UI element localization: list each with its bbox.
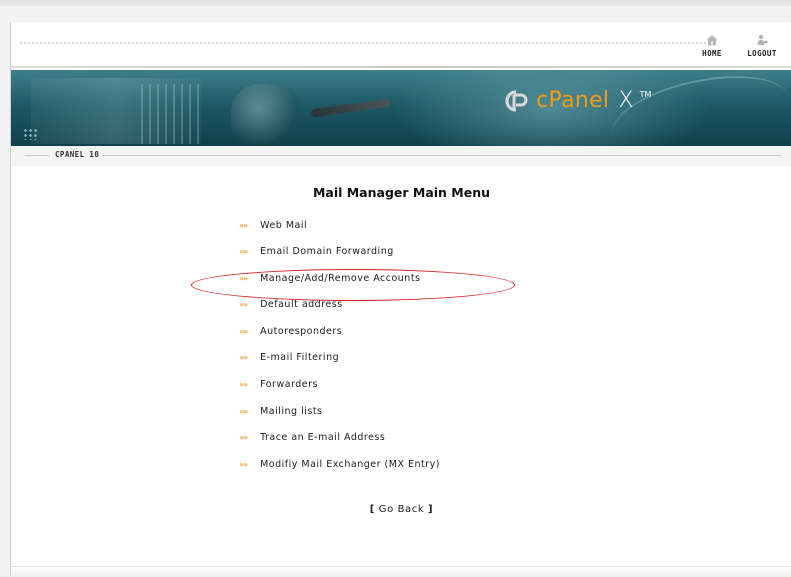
go-back-container: [ Go Back ] <box>11 504 791 515</box>
double-chevron-icon: »» <box>239 380 248 390</box>
menu-link-email-domain-forwarding[interactable]: Email Domain Forwarding <box>260 245 394 259</box>
version-strip: CPANEL 10 <box>11 146 791 166</box>
version-rule-right <box>101 155 781 156</box>
double-chevron-icon: »» <box>239 273 248 283</box>
double-chevron-icon: »» <box>239 459 248 469</box>
double-chevron-icon: »» <box>239 300 248 310</box>
menu-item-autoresponders[interactable]: »» Autoresponders <box>239 324 440 351</box>
menu-link-webmail[interactable]: Web Mail <box>260 219 307 233</box>
menu-item-mailing-lists[interactable]: »» Mailing lists <box>239 404 440 431</box>
logout-icon <box>757 34 768 45</box>
top-strip: HOME LOGOUT <box>11 22 791 68</box>
cpanel-logo-icon <box>505 89 528 112</box>
menu-link-forwarders[interactable]: Forwarders <box>260 378 318 392</box>
banner-decoration <box>141 84 201 144</box>
menu-link-email-filtering[interactable]: E-mail Filtering <box>260 351 339 365</box>
browser-background: HOME LOGOUT cPanel X TM CPANEL 10 Mail M… <box>0 0 791 577</box>
double-chevron-icon: »» <box>239 220 248 230</box>
menu-item-webmail[interactable]: »» Web Mail <box>239 218 440 245</box>
header-rule <box>11 66 791 68</box>
double-chevron-icon: »» <box>239 353 248 363</box>
menu-link-mx-entry[interactable]: Modifiy Mail Exchanger (MX Entry) <box>260 458 440 472</box>
menu-item-email-filtering[interactable]: »» E-mail Filtering <box>239 351 440 378</box>
footer-rule <box>11 566 791 577</box>
banner-dots <box>23 128 37 140</box>
double-chevron-icon: »» <box>239 433 248 443</box>
version-label: CPANEL 10 <box>51 150 104 159</box>
menu-link-autoresponders[interactable]: Autoresponders <box>260 325 342 339</box>
bracket-close: ] <box>428 504 434 515</box>
banner-decoration <box>231 84 301 146</box>
logout-label: LOGOUT <box>747 49 777 58</box>
bracket-open: [ <box>369 504 375 515</box>
menu-item-manage-accounts[interactable]: »» Manage/Add/Remove Accounts <box>239 271 440 298</box>
cpanel-logo: cPanel X TM <box>503 88 651 128</box>
version-rule-left <box>25 155 49 156</box>
go-back-link[interactable]: Go Back <box>379 504 425 515</box>
home-icon <box>706 35 718 46</box>
menu-item-trace-email[interactable]: »» Trace an E-mail Address <box>239 431 440 458</box>
page-title: Mail Manager Main Menu <box>312 185 491 200</box>
menu-link-mailing-lists[interactable]: Mailing lists <box>260 405 322 419</box>
menu-link-trace-email[interactable]: Trace an E-mail Address <box>260 431 385 445</box>
menu-item-mx-entry[interactable]: »» Modifiy Mail Exchanger (MX Entry) <box>239 457 440 484</box>
page-container: HOME LOGOUT cPanel X TM CPANEL 10 Mail M… <box>10 22 791 577</box>
double-chevron-icon: »» <box>239 247 248 257</box>
cpanel-banner: cPanel X TM <box>11 70 791 146</box>
logout-button[interactable]: LOGOUT <box>741 34 783 58</box>
double-chevron-icon: »» <box>239 326 248 336</box>
trademark: TM <box>639 90 652 99</box>
home-label: HOME <box>702 49 722 58</box>
brand-suffix: X <box>618 88 634 113</box>
dotted-divider <box>19 41 709 45</box>
menu-link-manage-accounts[interactable]: Manage/Add/Remove Accounts <box>260 272 420 286</box>
menu-item-forwarders[interactable]: »» Forwarders <box>239 378 440 405</box>
menu-item-email-domain-forwarding[interactable]: »» Email Domain Forwarding <box>239 245 440 272</box>
menu-link-default-address[interactable]: Default address <box>260 298 343 312</box>
double-chevron-icon: »» <box>239 406 248 416</box>
home-button[interactable]: HOME <box>691 34 733 58</box>
brand-name: cPanel <box>536 88 610 113</box>
menu-item-default-address[interactable]: »» Default address <box>239 298 440 325</box>
banner-decoration <box>310 98 392 118</box>
mail-menu: »» Web Mail »» Email Domain Forwarding »… <box>239 218 440 484</box>
